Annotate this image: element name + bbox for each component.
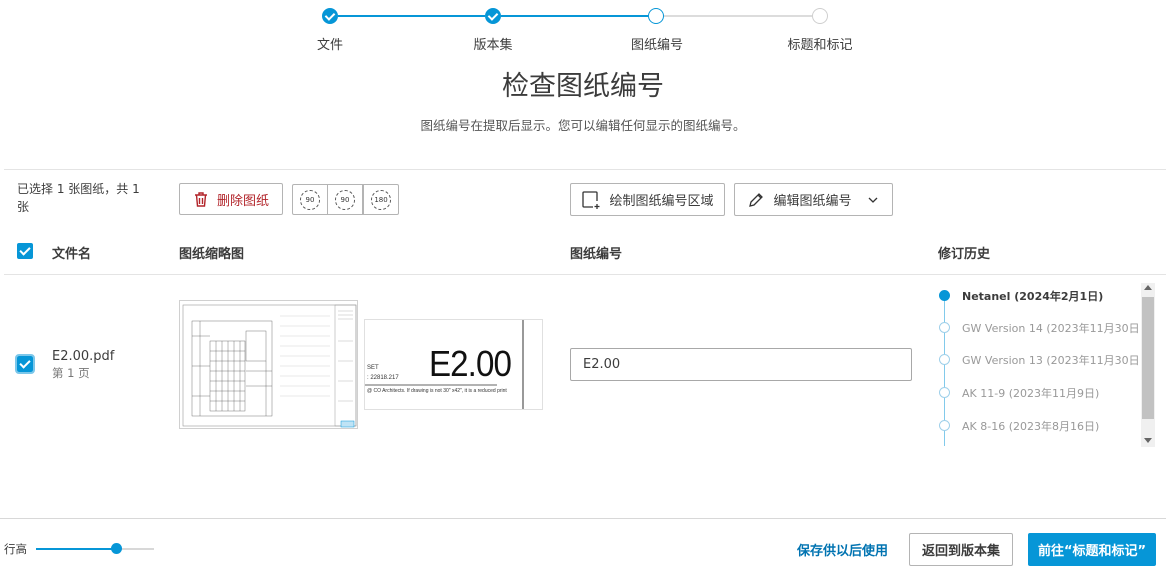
scroll-up-icon[interactable]	[1144, 285, 1152, 290]
selection-info: 已选择 1 张图纸，共 1 张	[17, 182, 140, 214]
step-label-titles-tags: 标题和标记	[787, 38, 853, 53]
sheet-number-input[interactable]	[570, 348, 912, 381]
step-label-version-set: 版本集	[473, 38, 513, 53]
history-item-label: GW Version 13 (2023年11月30日)	[962, 354, 1140, 367]
history-item-label: AK 8-16 (2023年8月16日)	[962, 420, 1100, 433]
drawing-preview	[182, 304, 357, 428]
rotate-right-icon: 90	[335, 189, 355, 210]
rotate-left-button[interactable]: 90	[292, 184, 328, 215]
step-label-sheet-numbers: 图纸编号	[630, 38, 684, 53]
column-header-thumbnail: 图纸缩略图	[179, 247, 245, 262]
row-height-label: 行高	[4, 542, 27, 556]
sheet-thumbnail[interactable]	[179, 300, 358, 429]
page-subtitle: 图纸编号在提取后显示。您可以编辑任何显示的图纸编号。	[420, 118, 746, 133]
page-title: 检查图纸编号	[502, 71, 664, 102]
step-3-current-icon	[648, 8, 664, 24]
back-to-version-set-button[interactable]: 返回到版本集	[909, 533, 1013, 566]
header-divider	[4, 274, 1166, 275]
file-name: E2.00.pdf	[52, 349, 115, 364]
scroll-thumb[interactable]	[1142, 297, 1154, 419]
history-dot-icon	[939, 420, 950, 431]
rotate-right-button[interactable]: 90	[327, 184, 363, 215]
trash-icon	[194, 191, 207, 207]
draw-region-label: 绘制图纸编号区域	[609, 194, 714, 209]
history-dot-icon	[939, 290, 950, 301]
chevron-down-icon	[868, 197, 877, 203]
save-for-later-link[interactable]: 保存供以后使用	[797, 540, 888, 559]
rotate-180-icon: 180	[371, 189, 391, 210]
history-scrollbar[interactable]	[1141, 283, 1155, 447]
row-height-slider-fill	[36, 548, 117, 550]
delete-sheet-label: 删除图纸	[216, 193, 269, 209]
select-all-checkbox[interactable]	[17, 243, 33, 259]
rotate-180-button[interactable]: 180	[363, 184, 399, 215]
divider	[4, 169, 1166, 170]
progress-stepper: 文件 版本集 图纸编号 标题和标记	[0, 0, 1166, 60]
scroll-down-icon[interactable]	[1144, 438, 1152, 443]
crop-copyright-note: @ CO Architects. If drawing is not 30" x…	[367, 388, 507, 394]
history-item-label: AK 11-9 (2023年11月9日)	[962, 387, 1100, 400]
crop-date-label: : 22818.217	[367, 375, 399, 381]
row-checkbox[interactable]	[15, 354, 35, 374]
history-item-label: GW Version 14 (2023年11月30日)	[962, 322, 1140, 335]
file-page: 第 1 页	[52, 366, 90, 380]
step-label-files: 文件	[316, 38, 344, 53]
column-header-filename: 文件名	[52, 247, 92, 262]
step-4-pending-icon	[812, 8, 828, 24]
stepper-connector	[338, 15, 485, 17]
pencil-icon	[749, 192, 764, 207]
revision-history-list[interactable]: Netanel (2024年2月1日) GW Version 14 (2023年…	[930, 282, 1140, 447]
row-height-slider-thumb[interactable]	[111, 543, 123, 554]
draw-region-button[interactable]: 绘制图纸编号区域	[570, 183, 725, 216]
delete-sheet-button[interactable]: 删除图纸	[179, 183, 283, 215]
sheet-number-crop-preview: SET : 22818.217 E2.00 @ CO Architects. I…	[364, 319, 543, 410]
edit-sheet-numbers-label: 编辑图纸编号	[773, 194, 852, 209]
go-to-titles-tags-button[interactable]: 前往“标题和标记”	[1028, 533, 1156, 566]
history-dot-icon	[939, 354, 950, 365]
step-2-check-icon	[485, 8, 501, 24]
step-1-check-icon	[322, 8, 338, 24]
rotate-left-icon: 90	[300, 189, 320, 210]
history-item-label: Netanel (2024年2月1日)	[962, 290, 1104, 303]
history-dot-icon	[939, 387, 950, 398]
history-dot-icon	[939, 322, 950, 333]
footer-divider	[0, 518, 1166, 519]
stepper-connector	[501, 15, 648, 17]
stepper-connector	[664, 15, 812, 17]
edit-sheet-numbers-button[interactable]: 编辑图纸编号	[734, 183, 893, 216]
crop-set-label: SET	[367, 365, 379, 371]
column-header-revision-history: 修订历史	[938, 247, 991, 262]
crop-sheet-number: E2.00	[429, 343, 512, 384]
draw-region-icon	[582, 190, 600, 209]
column-header-sheet-number: 图纸编号	[570, 247, 623, 262]
